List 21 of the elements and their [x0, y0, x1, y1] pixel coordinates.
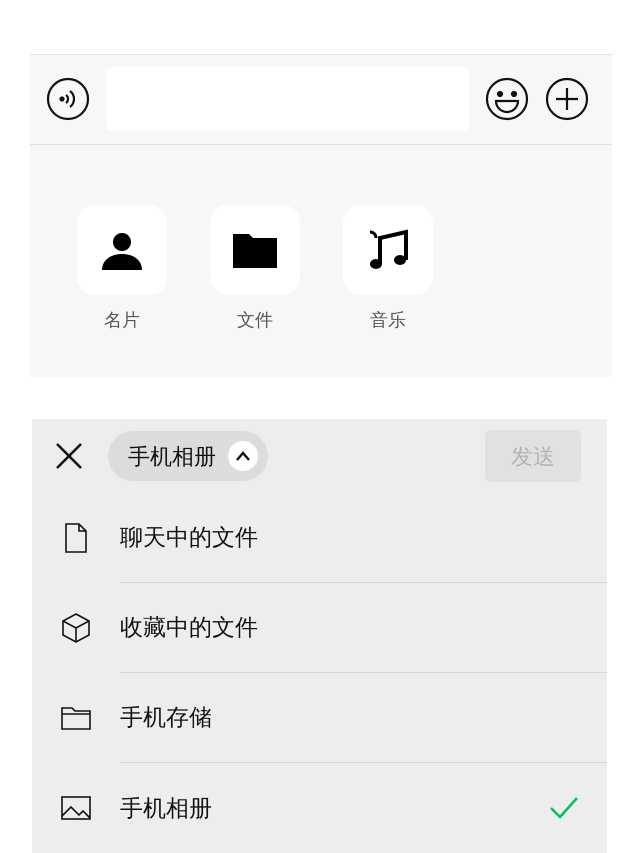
plus-icon[interactable]: [545, 77, 589, 122]
app-label: 名片: [104, 308, 140, 332]
close-icon[interactable]: [54, 441, 84, 471]
cube-icon: [60, 612, 92, 644]
app-label: 音乐: [370, 308, 406, 332]
source-row[interactable]: 手机相册: [32, 763, 607, 853]
app-tile[interactable]: [77, 204, 167, 295]
emoji-icon[interactable]: [485, 77, 529, 122]
source-dropdown[interactable]: 手机相册: [108, 431, 268, 481]
voice-icon[interactable]: [46, 77, 90, 122]
row-label: 聊天中的文件: [120, 523, 258, 552]
app-tile[interactable]: [343, 204, 433, 295]
source-row[interactable]: 聊天中的文件: [32, 493, 607, 583]
app-label: 文件: [237, 308, 273, 332]
folder-icon: [233, 232, 277, 268]
app-tile[interactable]: [210, 204, 300, 295]
row-label: 收藏中的文件: [120, 613, 258, 642]
source-row[interactable]: 收藏中的文件: [32, 583, 607, 673]
row-label: 手机存储: [120, 703, 212, 732]
source-row[interactable]: 手机存储: [32, 673, 607, 763]
row-label: 手机相册: [120, 794, 212, 823]
